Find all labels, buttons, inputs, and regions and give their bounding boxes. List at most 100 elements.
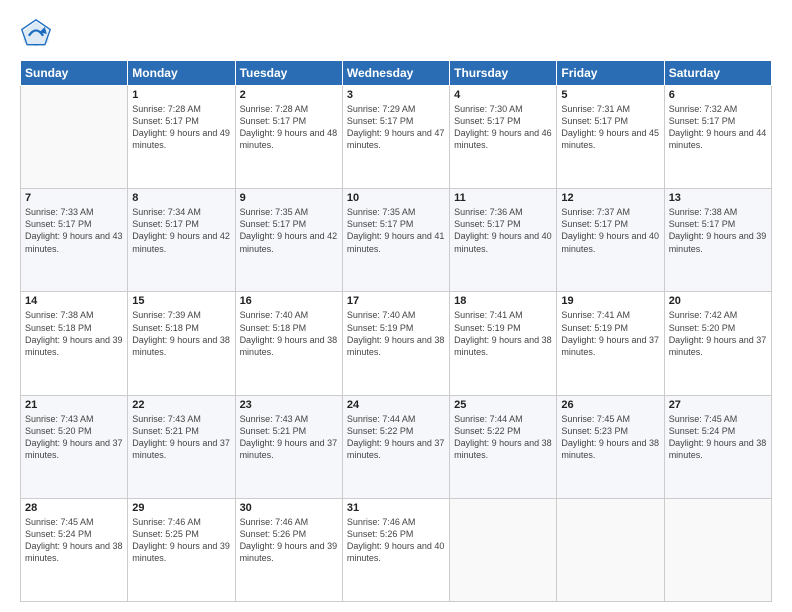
day-info: Sunrise: 7:43 AM Sunset: 5:21 PM Dayligh… bbox=[240, 413, 338, 462]
day-number: 10 bbox=[347, 192, 445, 204]
calendar-cell: 25Sunrise: 7:44 AM Sunset: 5:22 PM Dayli… bbox=[450, 395, 557, 498]
calendar-cell: 4Sunrise: 7:30 AM Sunset: 5:17 PM Daylig… bbox=[450, 86, 557, 189]
calendar-page: Sunday Monday Tuesday Wednesday Thursday… bbox=[0, 0, 792, 612]
calendar-cell: 10 Sunrise: 7:35 AM Sunset: 5:17 PM Dayli… bbox=[342, 189, 449, 292]
calendar-cell: 22Sunrise: 7:43 AM Sunset: 5:21 PM Dayli… bbox=[128, 395, 235, 498]
day-number: 17 bbox=[347, 295, 445, 307]
day-info: Sunrise: 7:35 AM Sunset: 5:17 PM Dayligh… bbox=[347, 206, 445, 255]
day-number: 8 bbox=[132, 192, 230, 204]
day-number: 13 bbox=[669, 192, 767, 204]
day-info: Sunrise: 7:46 AM Sunset: 5:25 PM Dayligh… bbox=[132, 516, 230, 565]
day-number: 28 bbox=[25, 502, 123, 514]
calendar-cell: 29 Sunrise: 7:46 AM Sunset: 5:25 PM Dayli… bbox=[128, 498, 235, 601]
calendar-cell: 6Sunrise: 7:32 AM Sunset: 5:17 PM Daylig… bbox=[664, 86, 771, 189]
calendar-cell: 18 Sunrise: 7:41 AM Sunset: 5:19 PM Dayli… bbox=[450, 292, 557, 395]
day-number: 4 bbox=[454, 89, 552, 101]
day-info: Sunrise: 7:45 AM Sunset: 5:24 PM Dayligh… bbox=[669, 413, 767, 462]
day-number: 9 bbox=[240, 192, 338, 204]
day-number: 26 bbox=[561, 399, 659, 411]
calendar-cell: 16 Sunrise: 7:40 AM Sunset: 5:18 PM Dayli… bbox=[235, 292, 342, 395]
day-info: Sunrise: 7:28 AM Sunset: 5:17 PM Dayligh… bbox=[132, 103, 230, 152]
calendar-cell: 8 Sunrise: 7:34 AM Sunset: 5:17 PM Daylig… bbox=[128, 189, 235, 292]
day-number: 24 bbox=[347, 399, 445, 411]
logo bbox=[20, 18, 56, 50]
day-info: Sunrise: 7:40 AM Sunset: 5:18 PM Dayligh… bbox=[240, 309, 338, 358]
calendar-cell bbox=[664, 498, 771, 601]
day-info: Sunrise: 7:42 AM Sunset: 5:20 PM Dayligh… bbox=[669, 309, 767, 358]
page-header bbox=[20, 18, 772, 50]
calendar-cell: 9 Sunrise: 7:35 AM Sunset: 5:17 PM Daylig… bbox=[235, 189, 342, 292]
day-number: 22 bbox=[132, 399, 230, 411]
day-number: 3 bbox=[347, 89, 445, 101]
header-thursday: Thursday bbox=[450, 61, 557, 86]
calendar-cell: 5 Sunrise: 7:31 AM Sunset: 5:17 PM Daylig… bbox=[557, 86, 664, 189]
day-info: Sunrise: 7:38 AM Sunset: 5:18 PM Dayligh… bbox=[25, 309, 123, 358]
day-number: 25 bbox=[454, 399, 552, 411]
calendar-cell: 26 Sunrise: 7:45 AM Sunset: 5:23 PM Dayli… bbox=[557, 395, 664, 498]
logo-icon bbox=[20, 18, 52, 50]
day-info: Sunrise: 7:38 AM Sunset: 5:17 PM Dayligh… bbox=[669, 206, 767, 255]
calendar-cell bbox=[450, 498, 557, 601]
day-info: Sunrise: 7:41 AM Sunset: 5:19 PM Dayligh… bbox=[454, 309, 552, 358]
day-info: Sunrise: 7:45 AM Sunset: 5:23 PM Dayligh… bbox=[561, 413, 659, 462]
week-row-3: 14 Sunrise: 7:38 AM Sunset: 5:18 PM Dayli… bbox=[21, 292, 772, 395]
day-number: 15 bbox=[132, 295, 230, 307]
day-number: 12 bbox=[561, 192, 659, 204]
day-number: 23 bbox=[240, 399, 338, 411]
header-wednesday: Wednesday bbox=[342, 61, 449, 86]
calendar-table: Sunday Monday Tuesday Wednesday Thursday… bbox=[20, 60, 772, 602]
day-number: 14 bbox=[25, 295, 123, 307]
calendar-cell: 27Sunrise: 7:45 AM Sunset: 5:24 PM Dayli… bbox=[664, 395, 771, 498]
calendar-cell: 17Sunrise: 7:40 AM Sunset: 5:19 PM Dayli… bbox=[342, 292, 449, 395]
calendar-cell: 12 Sunrise: 7:37 AM Sunset: 5:17 PM Dayli… bbox=[557, 189, 664, 292]
day-info: Sunrise: 7:34 AM Sunset: 5:17 PM Dayligh… bbox=[132, 206, 230, 255]
day-number: 6 bbox=[669, 89, 767, 101]
week-row-2: 7 Sunrise: 7:33 AM Sunset: 5:17 PM Daylig… bbox=[21, 189, 772, 292]
calendar-cell: 20 Sunrise: 7:42 AM Sunset: 5:20 PM Dayli… bbox=[664, 292, 771, 395]
day-info: Sunrise: 7:39 AM Sunset: 5:18 PM Dayligh… bbox=[132, 309, 230, 358]
day-number: 5 bbox=[561, 89, 659, 101]
day-info: Sunrise: 7:28 AM Sunset: 5:17 PM Dayligh… bbox=[240, 103, 338, 152]
day-info: Sunrise: 7:45 AM Sunset: 5:24 PM Dayligh… bbox=[25, 516, 123, 565]
day-info: Sunrise: 7:35 AM Sunset: 5:17 PM Dayligh… bbox=[240, 206, 338, 255]
day-number: 7 bbox=[25, 192, 123, 204]
calendar-cell: 28 Sunrise: 7:45 AM Sunset: 5:24 PM Dayli… bbox=[21, 498, 128, 601]
day-info: Sunrise: 7:46 AM Sunset: 5:26 PM Dayligh… bbox=[347, 516, 445, 565]
weekday-header-row: Sunday Monday Tuesday Wednesday Thursday… bbox=[21, 61, 772, 86]
day-number: 29 bbox=[132, 502, 230, 514]
day-number: 19 bbox=[561, 295, 659, 307]
header-friday: Friday bbox=[557, 61, 664, 86]
header-saturday: Saturday bbox=[664, 61, 771, 86]
day-number: 18 bbox=[454, 295, 552, 307]
day-info: Sunrise: 7:29 AM Sunset: 5:17 PM Dayligh… bbox=[347, 103, 445, 152]
calendar-cell: 30Sunrise: 7:46 AM Sunset: 5:26 PM Dayli… bbox=[235, 498, 342, 601]
week-row-5: 28 Sunrise: 7:45 AM Sunset: 5:24 PM Dayli… bbox=[21, 498, 772, 601]
day-number: 20 bbox=[669, 295, 767, 307]
calendar-cell: 15 Sunrise: 7:39 AM Sunset: 5:18 PM Dayli… bbox=[128, 292, 235, 395]
calendar-cell: 7 Sunrise: 7:33 AM Sunset: 5:17 PM Daylig… bbox=[21, 189, 128, 292]
calendar-cell: 3 Sunrise: 7:29 AM Sunset: 5:17 PM Daylig… bbox=[342, 86, 449, 189]
header-monday: Monday bbox=[128, 61, 235, 86]
day-info: Sunrise: 7:41 AM Sunset: 5:19 PM Dayligh… bbox=[561, 309, 659, 358]
calendar-cell: 1 Sunrise: 7:28 AM Sunset: 5:17 PM Daylig… bbox=[128, 86, 235, 189]
day-number: 21 bbox=[25, 399, 123, 411]
calendar-cell bbox=[21, 86, 128, 189]
day-number: 1 bbox=[132, 89, 230, 101]
header-tuesday: Tuesday bbox=[235, 61, 342, 86]
calendar-cell: 19 Sunrise: 7:41 AM Sunset: 5:19 PM Dayli… bbox=[557, 292, 664, 395]
calendar-cell: 24Sunrise: 7:44 AM Sunset: 5:22 PM Dayli… bbox=[342, 395, 449, 498]
calendar-cell: 2 Sunrise: 7:28 AM Sunset: 5:17 PM Daylig… bbox=[235, 86, 342, 189]
day-info: Sunrise: 7:36 AM Sunset: 5:17 PM Dayligh… bbox=[454, 206, 552, 255]
day-number: 16 bbox=[240, 295, 338, 307]
calendar-cell: 31 Sunrise: 7:46 AM Sunset: 5:26 PM Dayli… bbox=[342, 498, 449, 601]
calendar-cell: 14 Sunrise: 7:38 AM Sunset: 5:18 PM Dayli… bbox=[21, 292, 128, 395]
day-number: 31 bbox=[347, 502, 445, 514]
header-sunday: Sunday bbox=[21, 61, 128, 86]
day-info: Sunrise: 7:31 AM Sunset: 5:17 PM Dayligh… bbox=[561, 103, 659, 152]
day-number: 11 bbox=[454, 192, 552, 204]
day-info: Sunrise: 7:46 AM Sunset: 5:26 PM Dayligh… bbox=[240, 516, 338, 565]
calendar-cell bbox=[557, 498, 664, 601]
day-info: Sunrise: 7:33 AM Sunset: 5:17 PM Dayligh… bbox=[25, 206, 123, 255]
day-number: 2 bbox=[240, 89, 338, 101]
day-info: Sunrise: 7:37 AM Sunset: 5:17 PM Dayligh… bbox=[561, 206, 659, 255]
